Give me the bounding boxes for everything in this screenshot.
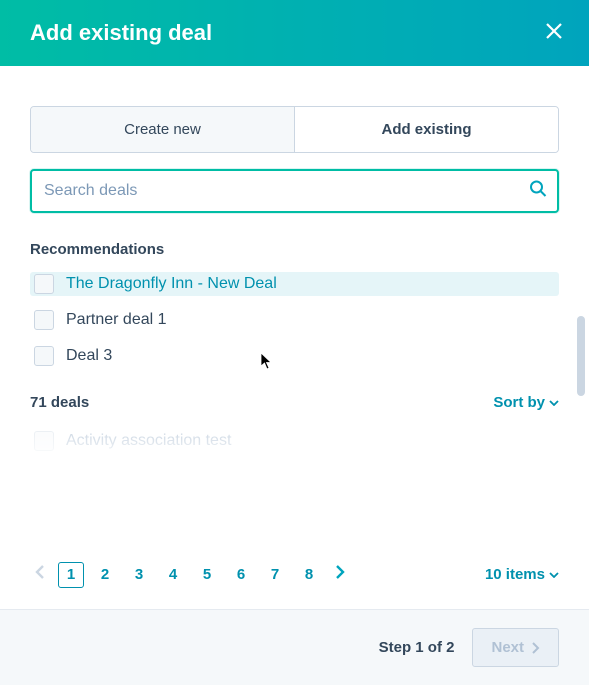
checkbox[interactable] bbox=[34, 431, 54, 451]
modal-header: Add existing deal bbox=[0, 0, 589, 66]
deals-count: 71 deals bbox=[30, 394, 89, 411]
recommendation-item[interactable]: Partner deal 1 bbox=[30, 308, 559, 332]
page-3[interactable]: 3 bbox=[126, 562, 152, 588]
sort-by-label: Sort by bbox=[493, 394, 545, 411]
pagination-bar: 1 2 3 4 5 6 7 8 10 items bbox=[0, 540, 589, 609]
page-6[interactable]: 6 bbox=[228, 562, 254, 588]
checkbox[interactable] bbox=[34, 346, 54, 366]
chevron-right-icon bbox=[532, 642, 540, 654]
chevron-right-icon bbox=[334, 564, 346, 580]
step-indicator: Step 1 of 2 bbox=[379, 639, 455, 656]
modal-title: Add existing deal bbox=[30, 20, 212, 46]
pager: 1 2 3 4 5 6 7 8 bbox=[30, 560, 350, 589]
caret-down-icon bbox=[549, 400, 559, 406]
tab-group: Create new Add existing bbox=[30, 106, 559, 153]
sort-by-dropdown[interactable]: Sort by bbox=[493, 394, 559, 411]
deals-list-peek: Activity association test bbox=[30, 429, 559, 463]
close-icon bbox=[545, 22, 563, 40]
tab-add-existing[interactable]: Add existing bbox=[295, 107, 558, 152]
search-wrap bbox=[30, 169, 559, 213]
search-input[interactable] bbox=[30, 169, 559, 213]
items-per-page-dropdown[interactable]: 10 items bbox=[485, 566, 559, 583]
checkbox[interactable] bbox=[34, 274, 54, 294]
chevron-left-icon bbox=[34, 564, 46, 580]
recommendation-item[interactable]: Deal 3 bbox=[30, 344, 559, 368]
recommendations-heading: Recommendations bbox=[30, 241, 559, 258]
items-per-page-label: 10 items bbox=[485, 566, 545, 583]
next-button-label: Next bbox=[491, 639, 524, 656]
deal-item[interactable]: Activity association test bbox=[30, 429, 559, 453]
page-5[interactable]: 5 bbox=[194, 562, 220, 588]
recommendation-label: The Dragonfly Inn - New Deal bbox=[66, 275, 277, 293]
recommendation-label: Deal 3 bbox=[66, 347, 112, 365]
deal-label: Activity association test bbox=[66, 432, 231, 450]
recommendation-item[interactable]: The Dragonfly Inn - New Deal bbox=[30, 272, 559, 296]
add-existing-deal-modal: Add existing deal Create new Add existin… bbox=[0, 0, 589, 685]
page-8[interactable]: 8 bbox=[296, 562, 322, 588]
page-7[interactable]: 7 bbox=[262, 562, 288, 588]
scrollbar-thumb[interactable] bbox=[577, 316, 585, 396]
search-icon bbox=[529, 180, 547, 203]
recommendations-list: The Dragonfly Inn - New Deal Partner dea… bbox=[30, 272, 559, 368]
tab-create-new[interactable]: Create new bbox=[31, 107, 295, 152]
close-button[interactable] bbox=[539, 16, 569, 51]
page-4[interactable]: 4 bbox=[160, 562, 186, 588]
next-button[interactable]: Next bbox=[472, 628, 559, 667]
caret-down-icon bbox=[549, 572, 559, 578]
pager-prev[interactable] bbox=[30, 560, 50, 589]
modal-footer: Step 1 of 2 Next bbox=[0, 609, 589, 685]
page-1[interactable]: 1 bbox=[58, 562, 84, 588]
checkbox[interactable] bbox=[34, 310, 54, 330]
page-2[interactable]: 2 bbox=[92, 562, 118, 588]
modal-body: Create new Add existing Recommendations … bbox=[0, 66, 589, 540]
deals-header: 71 deals Sort by bbox=[30, 394, 559, 411]
recommendation-label: Partner deal 1 bbox=[66, 311, 167, 329]
pager-next[interactable] bbox=[330, 560, 350, 589]
